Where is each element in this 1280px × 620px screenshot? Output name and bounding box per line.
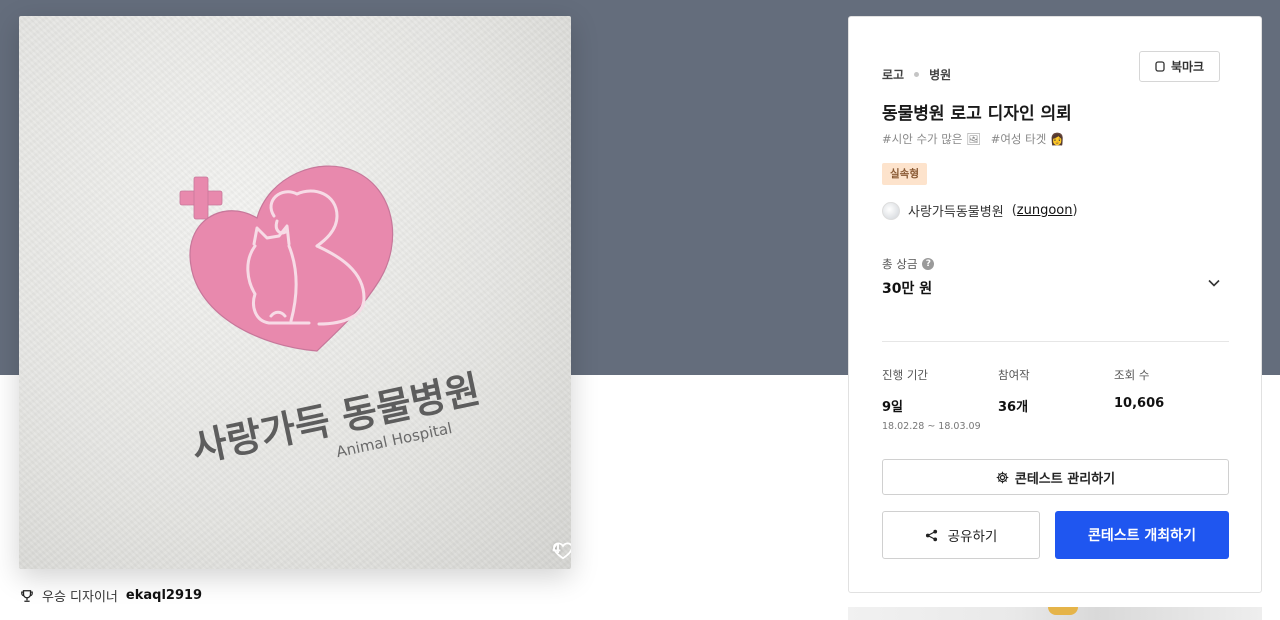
contest-title: 동물병원 로고 디자인 의뢰 [882,104,1072,124]
contest-artwork-image[interactable]: 사랑가득 동물병원 Animal Hospital 4 [19,16,571,569]
winner-prefix: 우승 디자이너 [42,590,118,605]
stat-period: 진행 기간 9일 18.02.28 ~ 18.03.09 [882,367,992,432]
contest-tags: #시안 수가 많은 🖼 #여성 타겟 👩 [882,131,1064,147]
prize-value: 30만 원 [882,281,933,297]
divider [882,341,1229,342]
breadcrumb-subcategory[interactable]: 병원 [929,66,951,83]
breadcrumb-separator [914,72,920,77]
next-section-preview [848,607,1262,620]
host-contest-button[interactable]: 콘테스트 개최하기 [1055,511,1229,559]
stat-period-label: 진행 기간 [882,368,928,382]
gear-icon [996,471,1009,483]
host-name: 사랑가득동물병원 [908,205,1004,220]
logo-korean-name: 사랑가득 동물병원 [188,367,484,471]
contest-host: 사랑가득동물병원 (zungoon) [882,201,1078,220]
chevron-down-icon[interactable] [1207,276,1221,290]
bookmark-icon [1155,61,1165,72]
stat-period-value: 9일 [882,400,904,415]
heart-outline-icon [553,542,571,560]
stat-entries-value: 36개 [998,400,1029,415]
winner-designer: 우승 디자이너 ekaql2919 [20,586,202,605]
stat-views-value: 10,606 [1114,396,1165,411]
breadcrumb: 로고 병원 [882,66,951,83]
plan-badge: 실속형 [882,163,927,185]
trophy-icon [21,589,33,602]
stat-entries: 참여작 36개 [998,367,1108,415]
winner-name[interactable]: ekaql2919 [126,588,202,603]
prize-label-text: 총 상금 [882,257,918,271]
hospital-logo: 사랑가득 동물병원 Animal Hospital [179,165,484,471]
bookmark-label: 북마크 [1170,60,1205,74]
tag-many-drafts[interactable]: #시안 수가 많은 🖼 [882,131,981,147]
host-id[interactable]: zungoon [1017,203,1073,218]
medical-cross-icon [179,176,223,220]
share-icon [925,529,937,541]
manage-contest-label: 콘테스트 관리하기 [1014,471,1116,487]
breadcrumb-category[interactable]: 로고 [882,66,904,83]
manage-contest-button[interactable]: 콘테스트 관리하기 [882,459,1229,495]
stat-entries-label: 참여작 [998,368,1030,382]
preview-decoration [1048,607,1078,615]
stat-views: 조회 수 10,606 [1114,367,1224,411]
share-button[interactable]: 공유하기 [882,511,1040,559]
host-id-wrapper[interactable]: (zungoon) [1012,203,1078,218]
like-counter[interactable]: 4 [552,542,571,560]
share-label: 공유하기 [947,529,998,545]
prize-label: 총 상금 ? [882,256,935,272]
bookmark-button[interactable]: 북마크 [1139,51,1220,82]
contest-info-panel: 로고 병원 북마크 동물병원 로고 디자인 의뢰 #시안 수가 많은 🖼 #여성… [848,16,1262,593]
stat-period-dates: 18.02.28 ~ 18.03.09 [882,421,981,432]
tag-female-target[interactable]: #여성 타겟 👩 [991,131,1065,147]
help-icon[interactable]: ? [922,258,935,270]
host-avatar [882,201,900,220]
stat-views-label: 조회 수 [1114,368,1150,382]
